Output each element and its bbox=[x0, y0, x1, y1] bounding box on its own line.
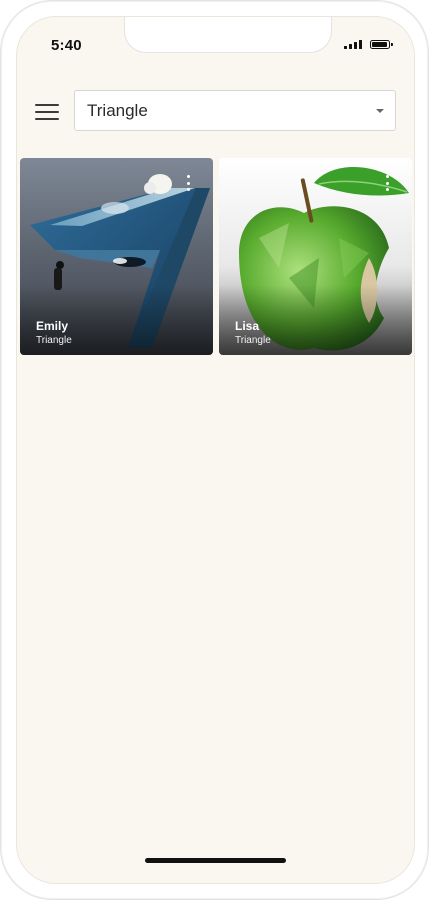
card-lisa[interactable]: Lisa Triangle bbox=[219, 158, 412, 355]
device-notch bbox=[124, 17, 332, 53]
card-title: Lisa bbox=[235, 319, 260, 333]
app-screen: 5:40 Triangle Emily Triangle Lisa Triang… bbox=[16, 16, 415, 884]
battery-icon bbox=[370, 40, 393, 49]
shape-dropdown[interactable]: Triangle bbox=[74, 90, 396, 131]
more-vertical-icon[interactable] bbox=[185, 175, 191, 191]
status-time: 5:40 bbox=[51, 37, 82, 54]
more-vertical-icon[interactable] bbox=[384, 175, 390, 191]
card-grid: Emily Triangle Lisa Triangle bbox=[20, 158, 413, 355]
status-icons bbox=[344, 39, 393, 49]
signal-icon bbox=[344, 39, 362, 49]
card-subtitle: Triangle bbox=[36, 335, 72, 346]
card-subtitle: Triangle bbox=[235, 335, 271, 346]
caret-down-icon bbox=[376, 109, 384, 113]
hamburger-menu-icon[interactable] bbox=[35, 101, 63, 123]
phone-frame: 5:40 Triangle Emily Triangle Lisa Triang… bbox=[0, 0, 429, 900]
card-emily[interactable]: Emily Triangle bbox=[20, 158, 213, 355]
card-title: Emily bbox=[36, 319, 69, 333]
home-indicator[interactable] bbox=[145, 858, 286, 863]
dropdown-value: Triangle bbox=[87, 100, 148, 120]
